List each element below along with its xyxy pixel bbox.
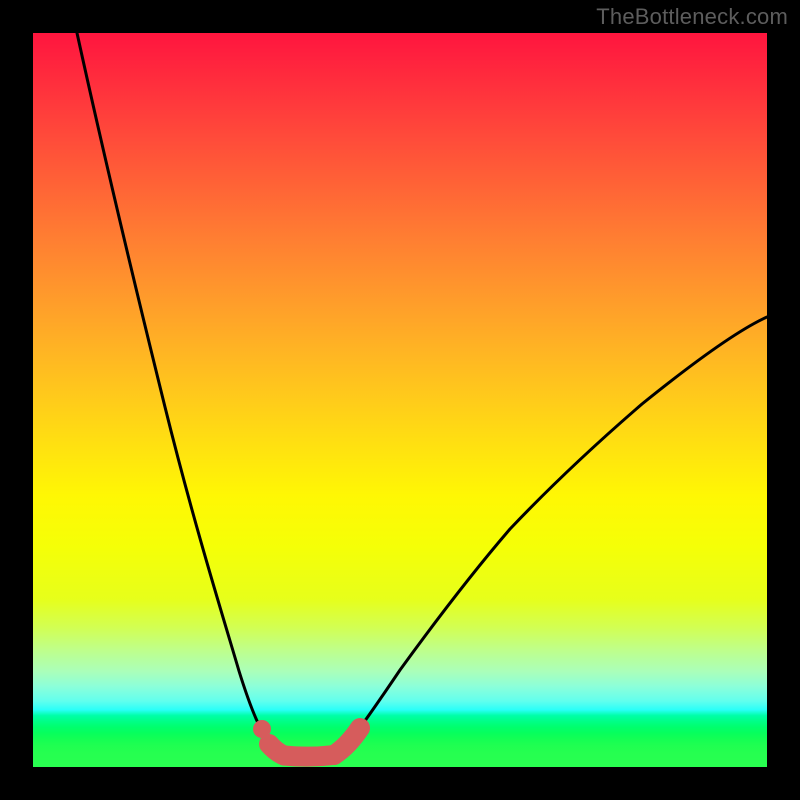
- chart-frame: TheBottleneck.com: [0, 0, 800, 800]
- marker-right-pill: [334, 728, 360, 755]
- plot-area: [33, 33, 767, 767]
- curve-layer: [33, 33, 767, 767]
- watermark-text: TheBottleneck.com: [596, 4, 788, 30]
- bottleneck-curve: [77, 33, 767, 758]
